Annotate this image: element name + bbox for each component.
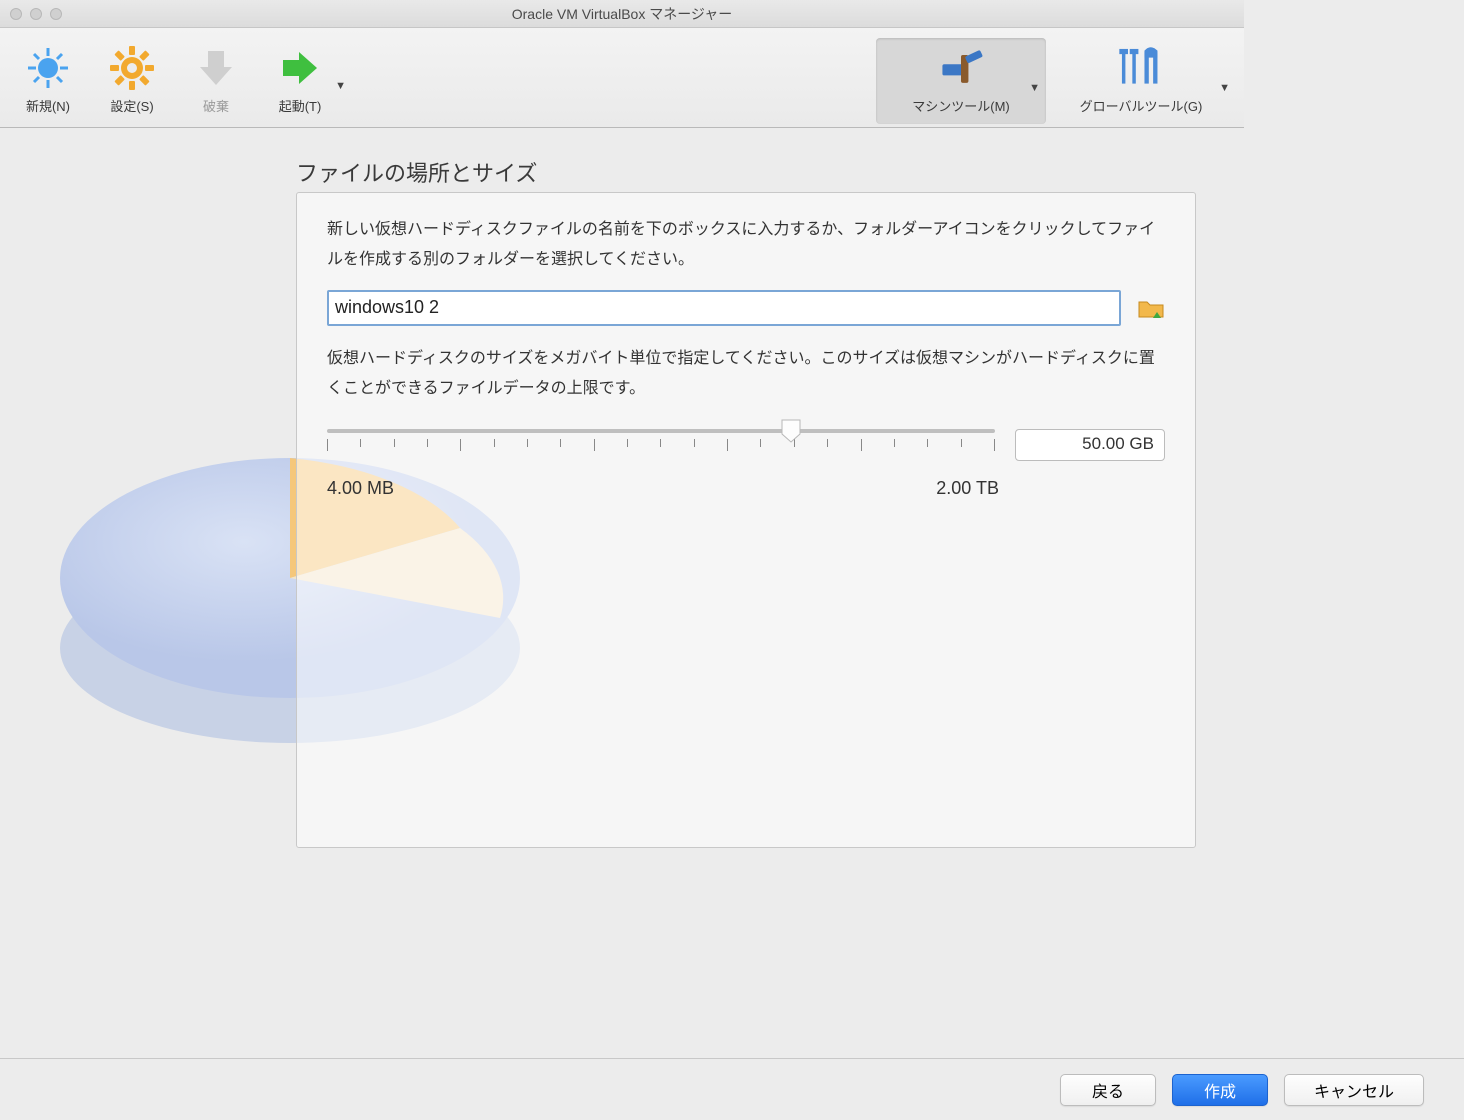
back-button[interactable]: 戻る — [1060, 1074, 1156, 1106]
toolbar: 新規(N) — [0, 28, 1244, 128]
window-controls — [0, 8, 62, 20]
choose-folder-button[interactable] — [1137, 296, 1165, 320]
machine-tools-button[interactable]: マシンツール(M) ▼ — [876, 38, 1046, 124]
footer: 戻る 作成 キャンセル — [0, 1058, 1464, 1120]
filename-description: 新しい仮想ハードディスクファイルの名前を下のボックスに入力するか、フォルダーアイ… — [327, 215, 1165, 276]
size-max-label: 2.00 TB — [936, 471, 999, 505]
settings-button[interactable]: 設定(S) — [92, 38, 172, 115]
chevron-down-icon[interactable]: ▼ — [1219, 82, 1230, 94]
settings-label: 設定(S) — [110, 96, 153, 115]
filename-input[interactable] — [327, 290, 1121, 326]
global-tools-button[interactable]: グローバルツール(G) ▼ — [1046, 38, 1236, 124]
zoom-window-button[interactable] — [50, 8, 62, 20]
chevron-down-icon[interactable]: ▼ — [335, 80, 346, 92]
folder-icon — [1137, 296, 1165, 320]
size-min-label: 4.00 MB — [327, 471, 394, 505]
arrow-right-icon — [274, 44, 326, 92]
tools-icon — [1115, 44, 1167, 92]
content-area: ファイルの場所とサイズ 新しい仮想ハードディスクファイルの名前を下のボックスに入… — [0, 128, 1244, 870]
chevron-down-icon[interactable]: ▼ — [1029, 82, 1040, 94]
disk-size-slider[interactable] — [327, 423, 995, 467]
new-vm-label: 新規(N) — [26, 96, 70, 115]
cancel-button[interactable]: キャンセル — [1284, 1074, 1424, 1106]
minimize-window-button[interactable] — [30, 8, 42, 20]
size-description: 仮想ハードディスクのサイズをメガバイト単位で指定してください。このサイズは仮想マ… — [327, 344, 1165, 405]
new-vm-button[interactable]: 新規(N) — [8, 38, 88, 115]
disk-size-value[interactable]: 50.00 GB — [1015, 429, 1165, 461]
gear-icon — [106, 44, 158, 92]
close-window-button[interactable] — [10, 8, 22, 20]
sheet-heading: ファイルの場所とサイズ — [296, 156, 537, 188]
create-button[interactable]: 作成 — [1172, 1074, 1268, 1106]
wizard-sheet: 新しい仮想ハードディスクファイルの名前を下のボックスに入力するか、フォルダーアイ… — [296, 192, 1196, 848]
discard-label: 破棄 — [203, 96, 229, 115]
sun-icon — [22, 44, 74, 92]
start-button[interactable]: 起動(T) ▼ — [260, 38, 340, 115]
window-title: Oracle VM VirtualBox マネージャー — [0, 4, 1244, 24]
start-label: 起動(T) — [279, 96, 322, 115]
machine-tools-label: マシンツール(M) — [912, 96, 1010, 115]
hammer-icon — [935, 44, 987, 92]
arrow-down-icon — [190, 44, 242, 92]
slider-thumb-icon — [780, 418, 802, 444]
global-tools-label: グローバルツール(G) — [1080, 96, 1203, 115]
titlebar: Oracle VM VirtualBox マネージャー — [0, 0, 1244, 28]
discard-button: 破棄 — [176, 38, 256, 115]
